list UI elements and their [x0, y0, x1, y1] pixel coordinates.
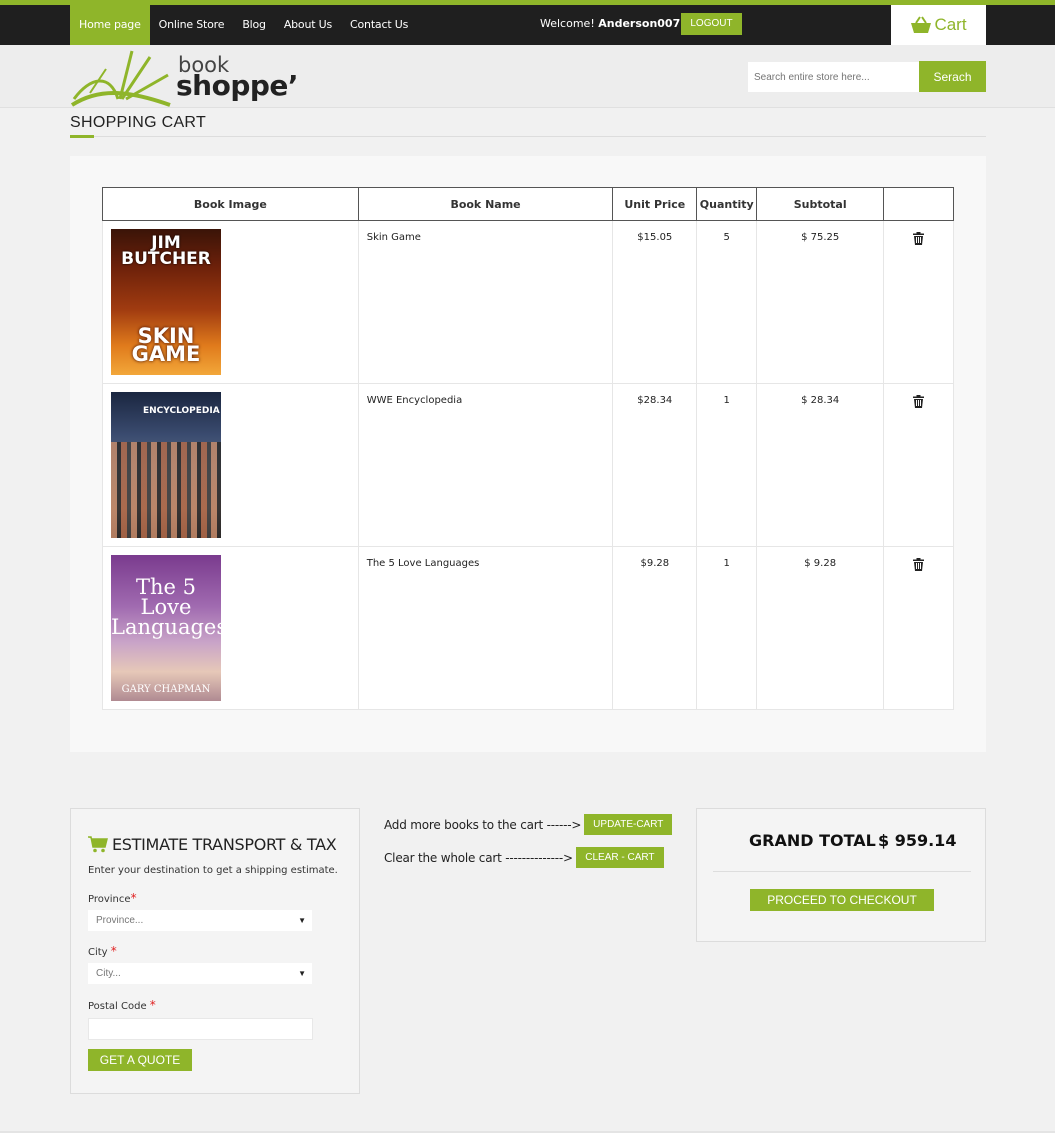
nav-home[interactable]: Home page	[70, 5, 150, 45]
trash-icon[interactable]	[913, 558, 925, 571]
dropdown-arrow-icon: ▼	[298, 916, 306, 925]
update-cart-row: Add more books to the cart ------> UPDAT…	[384, 814, 673, 835]
col-book-name: Book Name	[357, 187, 614, 221]
col-unit-price: Unit Price	[612, 187, 698, 221]
welcome-message: Welcome! Anderson007	[540, 5, 680, 43]
book-name: The 5 Love Languages	[357, 546, 614, 710]
cover-title: The 5 Love Languages	[111, 575, 221, 639]
unit-price: $15.05	[612, 220, 698, 384]
cover-author: JIM BUTCHER	[121, 233, 211, 269]
required-marker: *	[110, 944, 117, 958]
quantity[interactable]: 1	[696, 383, 758, 547]
col-remove	[883, 187, 954, 221]
required-marker: *	[149, 998, 156, 1012]
remove-cell	[883, 546, 954, 710]
book-cover-5-love-languages[interactable]: The 5 Love Languages GARY CHAPMAN	[111, 555, 221, 701]
required-marker: *	[130, 891, 137, 905]
search-button[interactable]: Serach	[919, 61, 986, 92]
grand-total-label: GRAND TOTAL	[749, 831, 876, 850]
table-row: ENCYCLOPEDIA WWE Encyclopedia $28.34 1 $…	[102, 383, 954, 547]
shopping-cart-icon	[88, 836, 108, 853]
site-header: book shoppe’ Serach	[0, 45, 1055, 108]
estimate-title-text: ESTIMATE TRANSPORT & TAX	[112, 835, 337, 854]
logout-button[interactable]: LOGOUT	[681, 13, 742, 35]
open-book-icon	[70, 50, 171, 107]
book-image-cell: The 5 Love Languages GARY CHAPMAN	[102, 546, 359, 710]
cart-label: Cart	[934, 15, 967, 34]
postal-code-label: Postal Code *	[88, 998, 156, 1012]
estimate-title: ESTIMATE TRANSPORT & TAX	[88, 835, 337, 854]
proceed-to-checkout-button[interactable]: PROCEED TO CHECKOUT	[750, 889, 934, 911]
total-divider	[713, 871, 971, 872]
cover-author: GARY CHAPMAN	[121, 684, 211, 695]
col-subtotal: Subtotal	[756, 187, 885, 221]
dropdown-arrow-icon: ▼	[298, 969, 306, 978]
cart-table: Book Image Book Name Unit Price Quantity…	[102, 187, 954, 710]
estimate-subtitle: Enter your destination to get a shipping…	[88, 865, 338, 876]
update-cart-button[interactable]: UPDATE-CART	[584, 814, 673, 835]
table-row: The 5 Love Languages GARY CHAPMAN The 5 …	[102, 546, 954, 710]
col-quantity: Quantity	[696, 187, 758, 221]
top-nav-bar: Home page Online Store Blog About Us Con…	[0, 0, 1055, 45]
unit-price: $9.28	[612, 546, 698, 710]
nav-online-store[interactable]: Online Store	[150, 5, 234, 45]
city-label-text: City	[88, 947, 108, 958]
col-book-image: Book Image	[102, 187, 359, 221]
book-image-cell: JIM BUTCHER SKIN GAME	[102, 220, 359, 384]
remove-cell	[883, 383, 954, 547]
welcome-prefix: Welcome!	[540, 17, 595, 30]
book-cover-skin-game[interactable]: JIM BUTCHER SKIN GAME	[111, 229, 221, 375]
page-title: SHOPPING CART	[70, 114, 207, 131]
clear-cart-row: Clear the whole cart --------------> CLE…	[384, 847, 664, 868]
quantity[interactable]: 1	[696, 546, 758, 710]
trash-icon[interactable]	[913, 232, 925, 245]
estimate-panel: ESTIMATE TRANSPORT & TAX Enter your dest…	[70, 808, 360, 1094]
book-cover-wwe-encyclopedia[interactable]: ENCYCLOPEDIA	[111, 392, 221, 538]
main-nav: Home page Online Store Blog About Us Con…	[70, 5, 417, 45]
province-label: Province*	[88, 891, 137, 905]
update-cart-text: Add more books to the cart ------>	[384, 817, 582, 832]
province-select[interactable]: Province... ▼	[88, 910, 312, 931]
cart-button[interactable]: Cart	[891, 5, 986, 45]
quantity[interactable]: 5	[696, 220, 758, 384]
search-input[interactable]	[748, 62, 919, 92]
city-select[interactable]: City... ▼	[88, 963, 312, 984]
unit-price: $28.34	[612, 383, 698, 547]
cart-panel: Book Image Book Name Unit Price Quantity…	[70, 156, 986, 752]
title-divider	[70, 136, 986, 137]
basket-icon	[911, 16, 932, 33]
grand-total-panel: GRAND TOTAL $ 959.14 PROCEED TO CHECKOUT	[696, 808, 986, 942]
username: Anderson007	[598, 17, 681, 30]
get-quote-button[interactable]: GET A QUOTE	[88, 1049, 192, 1071]
nav-about-us[interactable]: About Us	[275, 5, 341, 45]
subtotal: $ 75.25	[756, 220, 885, 384]
book-name: Skin Game	[357, 220, 614, 384]
table-row: JIM BUTCHER SKIN GAME Skin Game $15.05 5…	[102, 220, 954, 384]
title-accent	[70, 135, 94, 138]
province-selected-value: Province...	[96, 915, 144, 926]
cover-title: SKIN GAME	[131, 324, 201, 366]
subtotal: $ 9.28	[756, 546, 885, 710]
book-image-cell: ENCYCLOPEDIA	[102, 383, 359, 547]
remove-cell	[883, 220, 954, 384]
city-selected-value: City...	[96, 968, 121, 979]
table-header-row: Book Image Book Name Unit Price Quantity…	[102, 187, 954, 221]
province-label-text: Province	[88, 894, 131, 905]
site-logo[interactable]: book shoppe’	[70, 47, 300, 107]
clear-cart-text: Clear the whole cart -------------->	[384, 850, 573, 865]
nav-contact-us[interactable]: Contact Us	[341, 5, 417, 45]
city-label: City *	[88, 944, 117, 958]
postal-code-label-text: Postal Code	[88, 1001, 147, 1012]
logo-text-shoppe: shoppe’	[176, 69, 299, 102]
cover-title: ENCYCLOPEDIA	[143, 406, 220, 416]
grand-total-value: $ 959.14	[878, 831, 957, 850]
nav-blog[interactable]: Blog	[233, 5, 275, 45]
book-name: WWE Encyclopedia	[357, 383, 614, 547]
trash-icon[interactable]	[913, 395, 925, 408]
clear-cart-button[interactable]: CLEAR - CART	[575, 847, 664, 868]
postal-code-input[interactable]	[88, 1018, 313, 1040]
subtotal: $ 28.34	[756, 383, 885, 547]
cover-art	[111, 442, 221, 538]
